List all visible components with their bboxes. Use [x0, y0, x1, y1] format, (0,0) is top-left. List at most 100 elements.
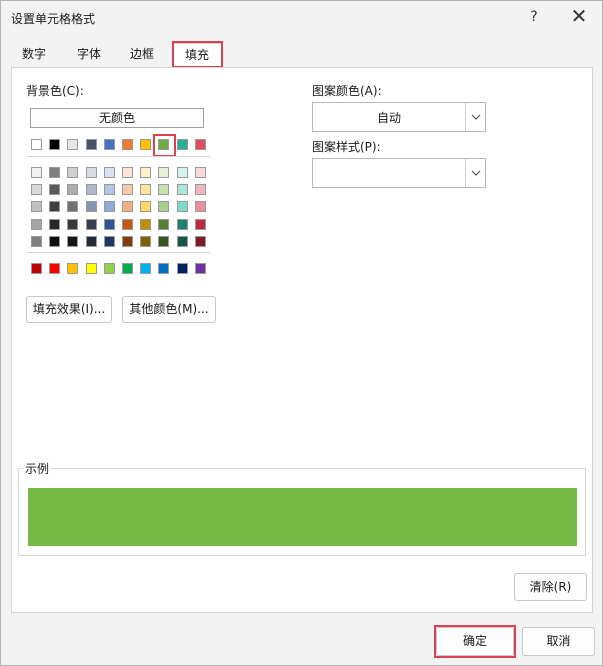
fill-panel: 背景色(C): 无颜色 填充效果(I)... 其他颜色(M)... 图案颜色(A…	[11, 67, 593, 613]
color-swatch-standard[interactable]	[49, 263, 61, 274]
help-button[interactable]: ?	[511, 1, 557, 33]
more-colors-button[interactable]: 其他颜色(M)...	[122, 296, 216, 323]
color-swatch-theme[interactable]	[158, 139, 170, 150]
clear-button[interactable]: 清除(R)	[514, 573, 587, 601]
color-swatch-tint[interactable]	[49, 167, 61, 178]
color-swatch-tint[interactable]	[85, 167, 97, 178]
color-swatch-tint[interactable]	[176, 235, 188, 247]
color-swatch-tint[interactable]	[67, 167, 79, 178]
color-swatch-tint[interactable]	[85, 201, 97, 213]
color-swatch-tint[interactable]	[158, 184, 170, 196]
color-swatch-tint[interactable]	[122, 235, 133, 247]
pattern-color-value: 自动	[376, 110, 401, 125]
color-swatch-tint[interactable]	[31, 167, 42, 178]
color-swatch-tint[interactable]	[140, 184, 152, 196]
color-swatch-tint[interactable]	[103, 235, 115, 247]
color-swatch-theme[interactable]	[103, 139, 115, 150]
color-swatch-tint[interactable]	[49, 184, 61, 196]
color-swatch-tint[interactable]	[49, 218, 61, 230]
color-swatch-tint[interactable]	[31, 218, 42, 230]
color-swatch-tint[interactable]	[31, 201, 42, 213]
chevron-down-icon	[465, 159, 485, 187]
pattern-style-select[interactable]	[312, 158, 486, 188]
tab-number[interactable]: 数字	[11, 43, 57, 67]
color-swatch-tint[interactable]	[122, 201, 133, 213]
color-swatch-tint[interactable]	[158, 167, 170, 178]
color-swatch-tint[interactable]	[158, 235, 170, 247]
color-swatch-tint[interactable]	[194, 184, 206, 196]
dialog-title: 设置单元格格式	[11, 12, 96, 26]
tab-fill[interactable]: 填充	[172, 43, 222, 68]
color-swatch-standard[interactable]	[85, 263, 97, 274]
cancel-button[interactable]: 取消	[522, 627, 595, 656]
color-swatch-theme[interactable]	[122, 139, 133, 150]
color-swatch-tint[interactable]	[31, 235, 42, 247]
color-swatch-theme[interactable]	[67, 139, 79, 150]
color-swatch-tint[interactable]	[49, 201, 61, 213]
color-swatch-tint[interactable]	[176, 184, 188, 196]
pattern-color-select[interactable]: 自动	[312, 102, 486, 132]
color-swatch-tint[interactable]	[103, 218, 115, 230]
title-bar: 设置单元格格式 ? ✕	[1, 1, 602, 34]
color-swatch-theme[interactable]	[49, 139, 61, 150]
color-swatch-tint[interactable]	[122, 167, 133, 178]
color-swatch-standard[interactable]	[103, 263, 115, 274]
color-swatch-tint[interactable]	[103, 201, 115, 213]
color-swatch-standard[interactable]	[140, 263, 152, 274]
color-swatch-theme[interactable]	[176, 139, 188, 150]
color-swatch-tint[interactable]	[122, 184, 133, 196]
color-swatch-theme[interactable]	[85, 139, 97, 150]
tab-font[interactable]: 字体	[66, 43, 112, 67]
format-cells-dialog: 设置单元格格式 ? ✕ 数字 字体 边框 填充 背景色(C): 无颜色 填充效果…	[0, 0, 603, 666]
ok-button[interactable]: 确定	[436, 627, 514, 656]
close-button[interactable]: ✕	[556, 1, 602, 33]
pattern-style-label: 图案样式(P):	[312, 140, 381, 154]
color-swatch-tint[interactable]	[85, 184, 97, 196]
palette-separator-bottom	[26, 252, 210, 253]
pattern-color-label: 图案颜色(A):	[312, 84, 382, 98]
color-swatch-theme[interactable]	[194, 139, 206, 150]
color-swatch-tint[interactable]	[49, 235, 61, 247]
color-swatch-tint[interactable]	[194, 201, 206, 213]
color-swatch-theme[interactable]	[31, 139, 42, 150]
color-swatch-theme[interactable]	[140, 139, 152, 150]
no-color-button[interactable]: 无颜色	[30, 108, 204, 128]
color-swatch-tint[interactable]	[31, 184, 42, 196]
color-swatch-standard[interactable]	[67, 263, 79, 274]
palette-separator-top	[26, 156, 210, 157]
color-swatch-standard[interactable]	[176, 263, 188, 274]
fill-effects-button[interactable]: 填充效果(I)...	[26, 296, 112, 323]
color-swatch-tint[interactable]	[67, 235, 79, 247]
sample-label: 示例	[23, 460, 52, 477]
color-swatch-standard[interactable]	[31, 263, 42, 274]
sample-group: 示例	[18, 460, 586, 556]
chevron-down-icon	[465, 103, 485, 131]
color-swatch-tint[interactable]	[158, 218, 170, 230]
color-swatch-tint[interactable]	[122, 218, 133, 230]
color-swatch-tint[interactable]	[140, 167, 152, 178]
color-swatch-tint[interactable]	[158, 201, 170, 213]
background-color-label: 背景色(C):	[26, 84, 84, 98]
color-swatch-tint[interactable]	[140, 218, 152, 230]
color-swatch-tint[interactable]	[103, 167, 115, 178]
color-swatch-tint[interactable]	[194, 167, 206, 178]
color-swatch-tint[interactable]	[140, 235, 152, 247]
color-swatch-tint[interactable]	[85, 218, 97, 230]
color-swatch-tint[interactable]	[140, 201, 152, 213]
color-swatch-tint[interactable]	[85, 235, 97, 247]
color-swatch-tint[interactable]	[176, 218, 188, 230]
color-swatch-tint[interactable]	[103, 184, 115, 196]
color-swatch-tint[interactable]	[176, 167, 188, 178]
color-swatch-standard[interactable]	[194, 263, 206, 274]
color-swatch-standard[interactable]	[122, 263, 133, 274]
tab-border[interactable]: 边框	[119, 43, 165, 67]
color-swatch-tint[interactable]	[194, 218, 206, 230]
color-swatch-tint[interactable]	[194, 235, 206, 247]
color-swatch-standard[interactable]	[158, 263, 170, 274]
color-swatch-tint[interactable]	[67, 184, 79, 196]
pattern-style-value	[313, 159, 465, 187]
color-swatch-tint[interactable]	[67, 218, 79, 230]
color-swatch-tint[interactable]	[67, 201, 79, 213]
color-swatch-tint[interactable]	[176, 201, 188, 213]
sample-preview	[28, 488, 577, 546]
